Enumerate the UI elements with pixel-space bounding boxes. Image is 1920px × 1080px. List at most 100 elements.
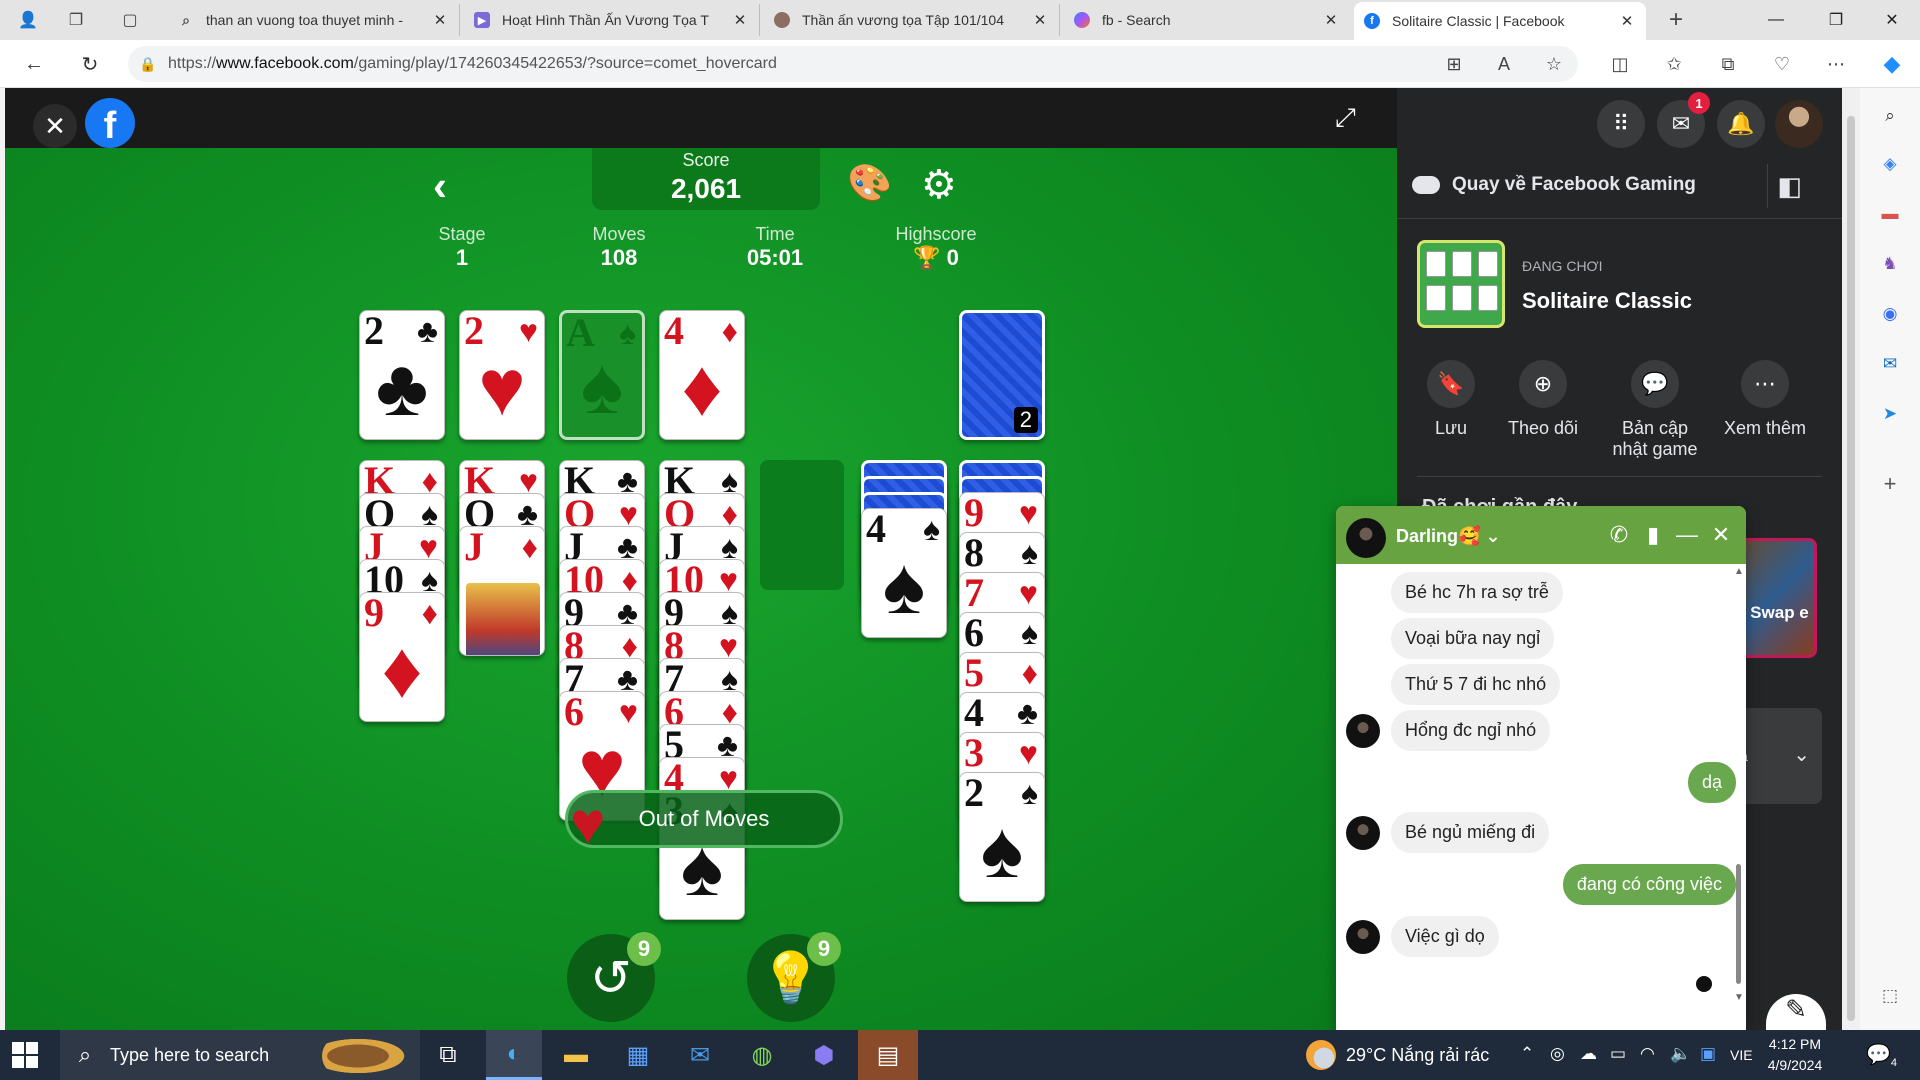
favorite-star-icon[interactable]: ☆	[1540, 50, 1568, 78]
store-icon[interactable]: ▦	[610, 1030, 666, 1080]
back-arrow-icon[interactable]: ‹	[433, 162, 447, 210]
game-updates-button[interactable]: 💬 Bản cập nhật game	[1605, 360, 1705, 460]
favorites-icon[interactable]: ✩	[1660, 50, 1688, 78]
tableau-card[interactable]: J ♦	[459, 526, 545, 656]
clock[interactable]: 4:12 PM 4/9/2024	[1760, 1034, 1830, 1076]
browser-essentials-icon[interactable]: ♡	[1768, 50, 1796, 78]
meet-icon[interactable]: ◎	[1550, 1044, 1565, 1064]
game-thumbnail[interactable]	[1417, 240, 1505, 328]
incoming-message[interactable]: Bé ngủ miếng đi	[1391, 812, 1550, 853]
close-tab-icon[interactable]: ✕	[1322, 11, 1340, 29]
chat-header[interactable]: Darling🥰 ⌄ ✆ ▮ — ✕	[1336, 506, 1746, 564]
bell-icon[interactable]: 🔔	[1717, 100, 1765, 148]
close-icon[interactable]: ✕	[33, 104, 77, 148]
minimize-icon[interactable]: —	[1746, 0, 1806, 40]
file-explorer-icon[interactable]: ▬	[548, 1030, 604, 1080]
search-icon[interactable]: ⌕	[1878, 104, 1902, 128]
refresh-icon[interactable]: ↻	[76, 50, 104, 78]
tab-solitaire[interactable]: f Solitaire Classic | Facebook ✕	[1354, 2, 1646, 40]
stock-pile[interactable]: 2	[959, 310, 1045, 440]
edge-taskbar-icon[interactable]: ◐	[486, 1030, 542, 1080]
dock-panel-icon[interactable]: ◧	[1767, 164, 1811, 208]
gear-icon[interactable]: ⚙	[921, 162, 957, 208]
onedrive-icon[interactable]: ☁	[1580, 1044, 1597, 1064]
ime-icon[interactable]: ▣	[1700, 1044, 1716, 1064]
url-field[interactable]: 🔒 https://www.facebook.com/gaming/play/1…	[128, 46, 1578, 82]
follow-button[interactable]: ⊕ Theo dõi	[1493, 360, 1593, 439]
close-tab-icon[interactable]: ✕	[431, 11, 449, 29]
battery-icon[interactable]: ▭	[1610, 1044, 1626, 1064]
close-tab-icon[interactable]: ✕	[1031, 11, 1049, 29]
split-screen-icon[interactable]: ◫	[1606, 50, 1634, 78]
foundation-placeholder[interactable]: A ♠ ♠	[559, 310, 645, 440]
solitaire-taskbar-icon[interactable]: ▤	[858, 1030, 918, 1080]
more-menu-icon[interactable]: ⋯	[1822, 50, 1850, 78]
chat-contact-name[interactable]: Darling🥰 ⌄	[1396, 526, 1501, 547]
close-window-icon[interactable]: ✕	[1862, 0, 1920, 40]
tab-actions-icon[interactable]: ▢	[116, 6, 144, 34]
video-call-icon[interactable]: ▮	[1640, 522, 1666, 548]
notification-icon[interactable]: 💬4	[1866, 1042, 1897, 1069]
sender-avatar[interactable]	[1346, 816, 1380, 850]
menu-grid-icon[interactable]: ⠿	[1597, 100, 1645, 148]
screenshot-icon[interactable]: ⬚	[1878, 984, 1902, 1008]
app-icon[interactable]: ◍	[734, 1030, 790, 1080]
minimize-chat-icon[interactable]: —	[1674, 522, 1700, 548]
undo-button[interactable]: ↺ 9	[567, 932, 661, 1022]
foundation-card[interactable]: 2 ♣ ♣	[359, 310, 445, 440]
new-tab-icon[interactable]: +	[1662, 6, 1690, 34]
read-aloud-icon[interactable]: A	[1490, 50, 1518, 78]
chat-avatar[interactable]	[1346, 518, 1386, 558]
microsoft365-icon[interactable]: ◉	[1878, 302, 1902, 326]
windows-start-icon[interactable]	[12, 1042, 38, 1068]
tableau-card[interactable]: 9 ♦ ♦	[359, 592, 445, 722]
sender-avatar[interactable]	[1346, 920, 1380, 954]
tab-search[interactable]: ⌕ than an vuong toa thuyet minh - ✕	[168, 4, 460, 36]
page-scrollbar[interactable]	[1842, 88, 1860, 1030]
outgoing-message[interactable]: đang có công việc	[1562, 864, 1736, 905]
shopping-icon[interactable]: ◈	[1878, 152, 1902, 176]
save-button[interactable]: 🔖 Lưu	[1401, 360, 1501, 439]
games-icon[interactable]: ♞	[1878, 252, 1902, 276]
volume-icon[interactable]: 🔈	[1670, 1044, 1691, 1064]
tab-fb-search[interactable]: fb - Search ✕	[1064, 4, 1350, 36]
sender-avatar[interactable]	[1346, 714, 1380, 748]
language-indicator[interactable]: VIE	[1730, 1047, 1753, 1063]
avatar[interactable]	[1775, 100, 1823, 148]
workspaces-icon[interactable]: ❐	[62, 6, 90, 34]
see-more-button[interactable]: ⋯ Xem thêm	[1715, 360, 1815, 439]
maximize-icon[interactable]: ❐	[1806, 0, 1866, 40]
collections-icon[interactable]: ⧉	[1714, 50, 1742, 78]
app-available-icon[interactable]: ⊞	[1440, 50, 1468, 78]
close-chat-icon[interactable]: ✕	[1708, 522, 1734, 548]
hint-button[interactable]: 💡 9	[747, 932, 841, 1022]
incoming-message[interactable]: Việc gì dọ	[1391, 916, 1499, 957]
palette-icon[interactable]: 🎨	[847, 162, 892, 204]
empty-column-slot[interactable]	[760, 460, 844, 590]
add-icon[interactable]: +	[1878, 471, 1902, 496]
copilot-icon[interactable]: ◆	[1878, 50, 1906, 78]
tableau-card[interactable]: 4 ♠ ♠	[861, 508, 947, 638]
copilot-app-icon[interactable]: ⬢	[796, 1030, 852, 1080]
incoming-message[interactable]: Voại bữa nay ngỉ	[1391, 618, 1555, 659]
chat-messages[interactable]: Bé hc 7h ra sợ trễ Voại bữa nay ngỉ Thứ 5 …	[1336, 564, 1746, 1030]
send-icon[interactable]: ➤	[1878, 402, 1902, 426]
facebook-logo-icon[interactable]: f	[85, 98, 135, 148]
back-to-gaming-link[interactable]: Quay về Facebook Gaming	[1412, 174, 1696, 196]
back-icon[interactable]: ←	[20, 50, 48, 78]
incoming-message[interactable]: Bé hc 7h ra sợ trễ	[1391, 572, 1563, 613]
close-tab-icon[interactable]: ✕	[731, 11, 749, 29]
outgoing-message[interactable]: dạ	[1687, 762, 1736, 803]
chevron-up-icon[interactable]: ⌃	[1520, 1044, 1534, 1064]
incoming-message[interactable]: Hổng đc ngỉ nhó	[1391, 710, 1551, 751]
incoming-message[interactable]: Thứ 5 7 đi hc nhó	[1391, 664, 1561, 705]
foundation-card[interactable]: 4 ♦ ♦	[659, 310, 745, 440]
tab-video[interactable]: ▶ Hoạt Hình Thần Ấn Vương Tọa T ✕	[464, 4, 760, 36]
mail-icon[interactable]: ✉	[672, 1030, 728, 1080]
wifi-icon[interactable]: ◠	[1640, 1044, 1655, 1064]
foundation-card[interactable]: 2 ♥ ♥	[459, 310, 545, 440]
close-tab-icon[interactable]: ✕	[1618, 12, 1636, 30]
phone-icon[interactable]: ✆	[1606, 522, 1632, 548]
task-view-icon[interactable]: ⧉	[420, 1030, 476, 1080]
tab-episode[interactable]: Thần ấn vương tọa Tập 101/104 ✕	[764, 4, 1060, 36]
